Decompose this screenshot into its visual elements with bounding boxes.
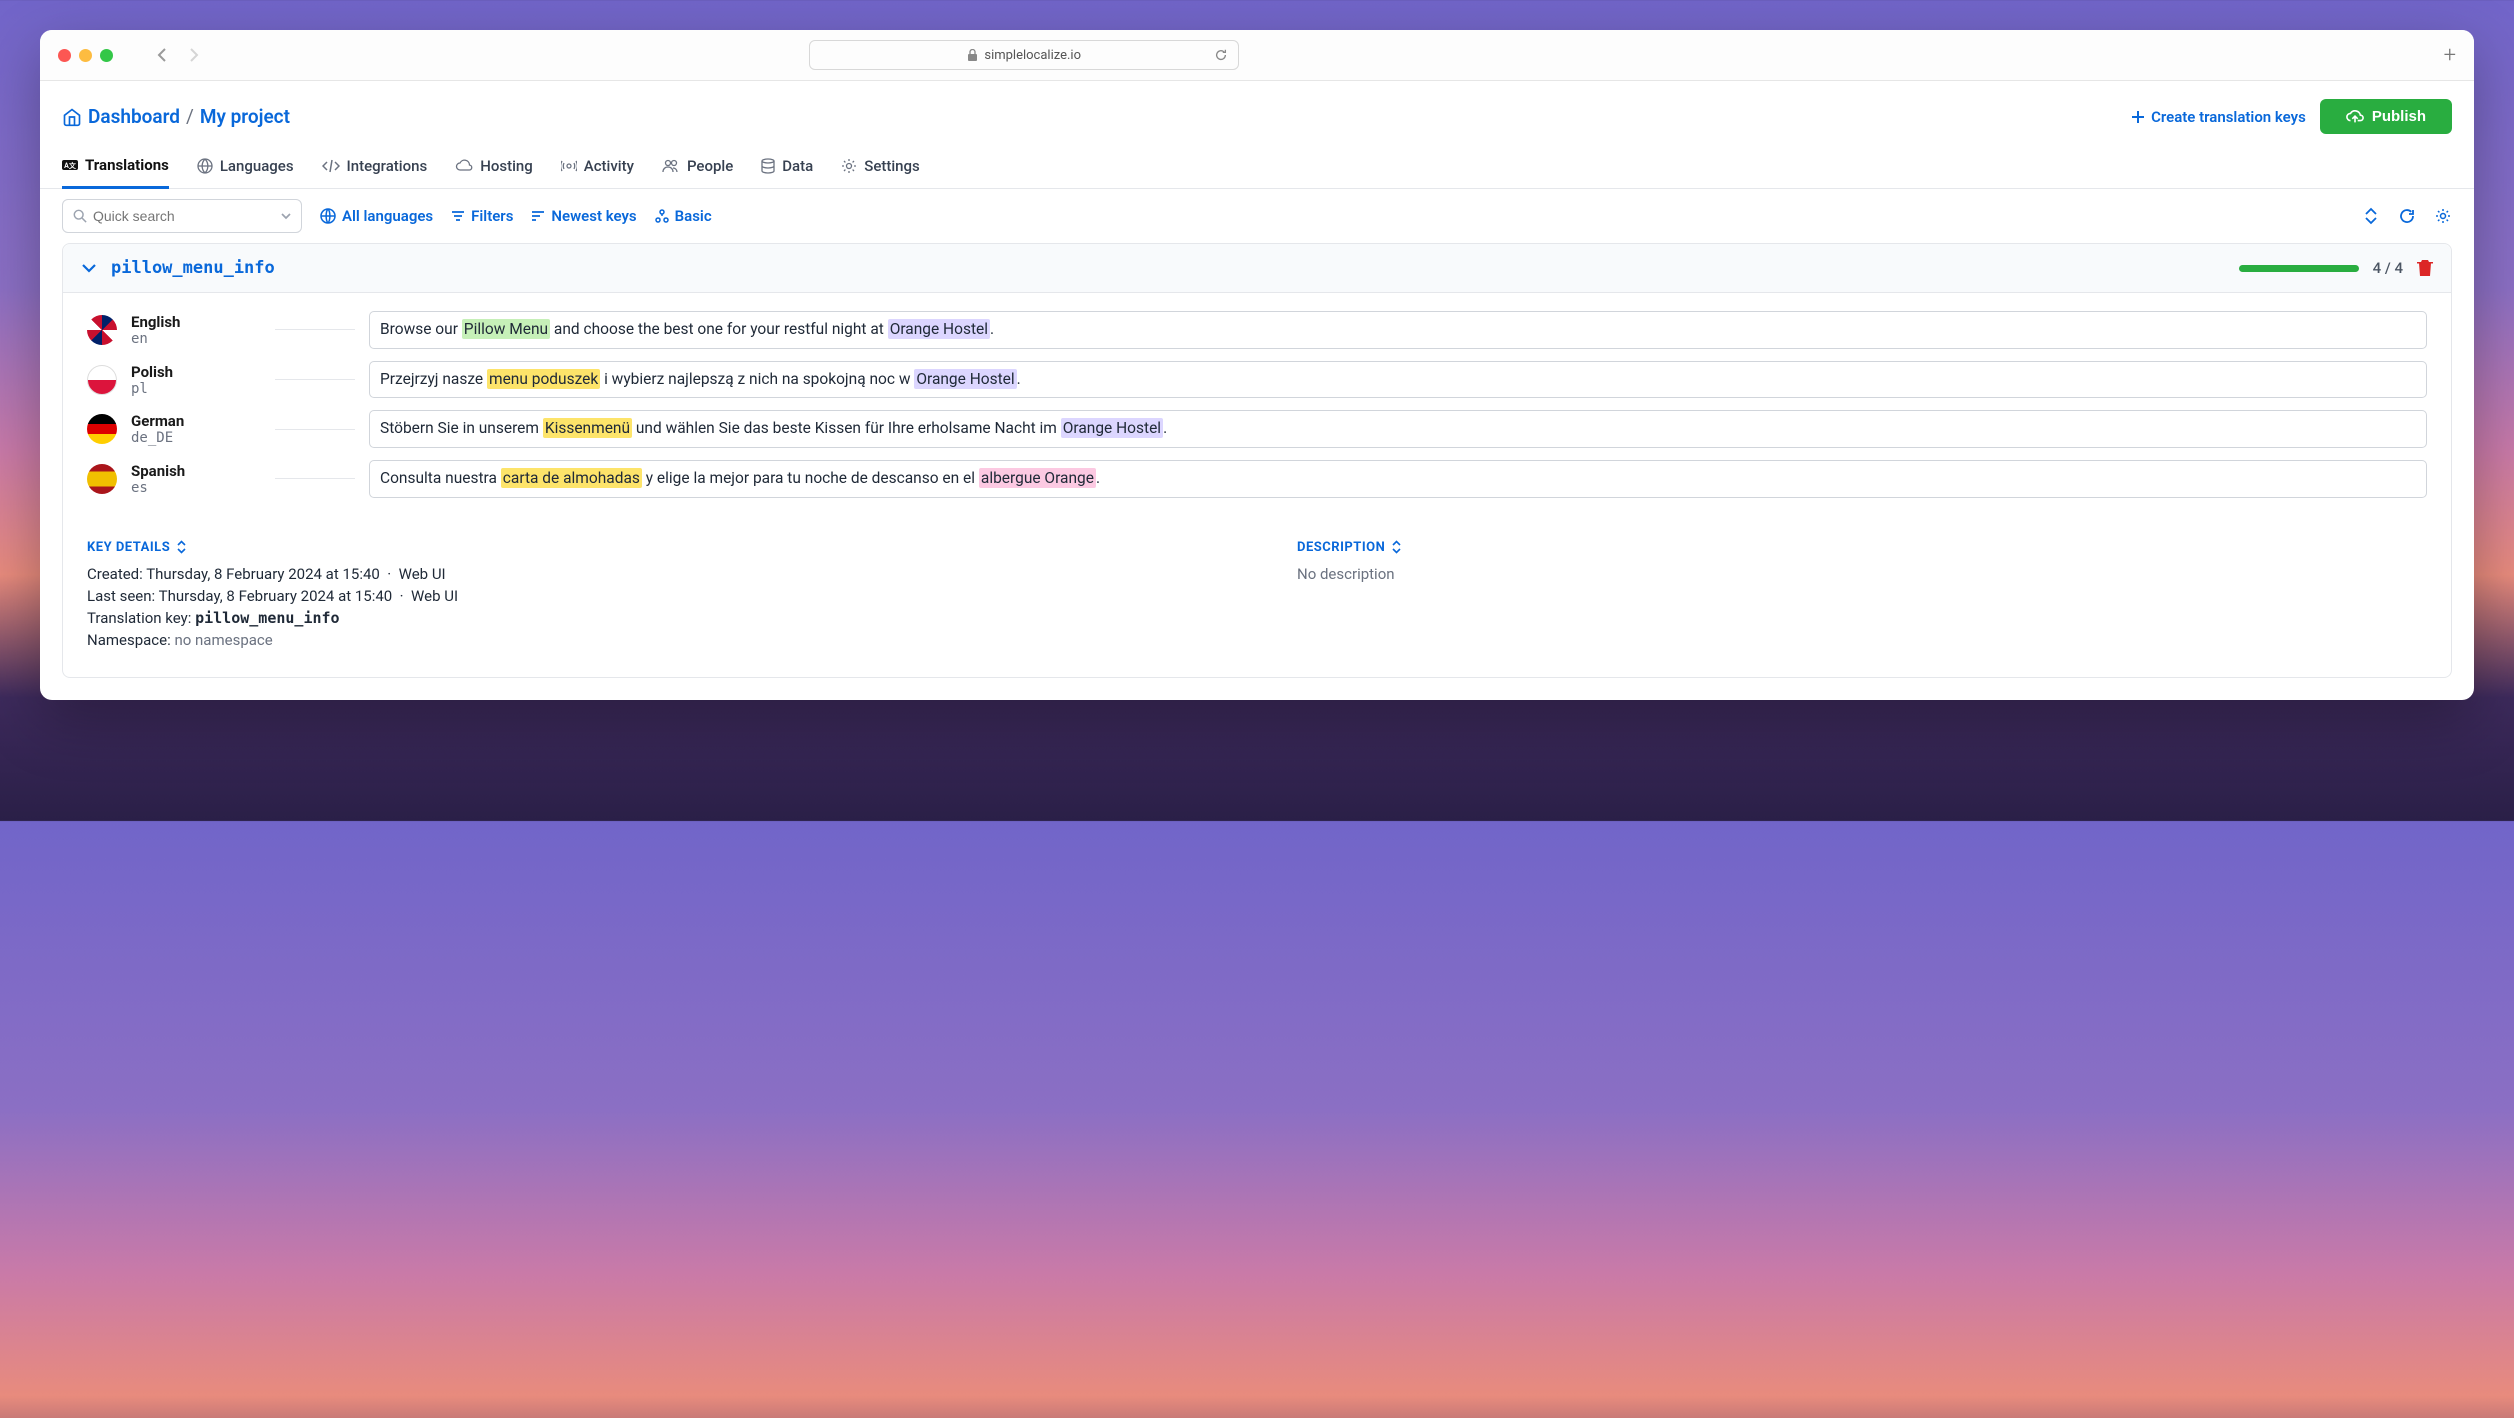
lock-icon [967, 49, 978, 62]
field-divider [275, 478, 355, 479]
reload-button[interactable] [1214, 48, 1228, 62]
header-actions: Create translation keys Publish [2131, 99, 2452, 134]
svg-text:A文: A文 [64, 161, 77, 170]
language-label: Englishen [131, 313, 261, 347]
plus-icon [2131, 110, 2145, 124]
key-details-row: KEY DETAILS Created: Thursday, 8 Februar… [63, 520, 2451, 677]
create-keys-button[interactable]: Create translation keys [2131, 108, 2306, 126]
key-details-col: KEY DETAILS Created: Thursday, 8 Februar… [87, 540, 1217, 653]
minimize-window-button[interactable] [79, 49, 92, 62]
cloud-icon [455, 159, 473, 173]
translation-row: Polishpl Przejrzyj nasze menu poduszek i … [87, 361, 2427, 399]
translations-list: Englishen Browse our Pillow Menu and choo… [63, 293, 2451, 520]
tab-hosting[interactable]: Hosting [455, 148, 533, 188]
flag-icon [87, 365, 117, 395]
delete-key-button[interactable] [2417, 259, 2433, 277]
sort-button[interactable]: Newest keys [531, 207, 636, 225]
translation-input[interactable]: Consulta nuestra carta de almohadas y el… [369, 460, 2427, 498]
traffic-lights [58, 49, 113, 62]
back-button[interactable] [155, 47, 169, 63]
description-col: DESCRIPTION No description [1297, 540, 2427, 653]
key-details-heading[interactable]: KEY DETAILS [87, 540, 1217, 555]
code-icon [322, 159, 340, 173]
language-label: Germande_DE [131, 412, 261, 446]
field-divider [275, 429, 355, 430]
settings-icon-button[interactable] [2434, 207, 2452, 225]
page-header: Dashboard / My project Create translatio… [40, 81, 2474, 148]
translate-icon: A文 [62, 158, 78, 172]
url-text: simplelocalize.io [984, 48, 1081, 63]
tab-activity[interactable]: Activity [561, 148, 634, 188]
tab-languages[interactable]: Languages [197, 148, 294, 188]
progress: 4 / 4 [2239, 259, 2433, 277]
field-divider [275, 329, 355, 330]
translation-input[interactable]: Browse our Pillow Menu and choose the be… [369, 311, 2427, 349]
globe-icon [197, 158, 213, 174]
tab-translations[interactable]: A文Translations [62, 148, 169, 189]
flag-icon [87, 315, 117, 345]
titlebar: simplelocalize.io + [40, 30, 2474, 81]
flag-icon [87, 414, 117, 444]
forward-button[interactable] [187, 47, 201, 63]
tab-people[interactable]: People [662, 148, 733, 188]
filters-button[interactable]: Filters [451, 207, 513, 225]
cloud-upload-icon [2346, 109, 2364, 125]
lastseen-line: Last seen: Thursday, 8 February 2024 at … [87, 587, 1217, 605]
progress-text: 4 / 4 [2373, 259, 2403, 277]
tab-data[interactable]: Data [761, 148, 813, 188]
key-name[interactable]: pillow_menu_info [111, 258, 275, 278]
search-icon [73, 209, 87, 223]
toolbar: All languages Filters Newest keys Basic [40, 189, 2474, 243]
progress-bar [2239, 265, 2359, 272]
maximize-window-button[interactable] [100, 49, 113, 62]
language-label: Spanishes [131, 462, 261, 496]
language-label: Polishpl [131, 363, 261, 397]
translation-key-card: pillow_menu_info 4 / 4 Englishen Browse o… [62, 243, 2452, 678]
breadcrumb: Dashboard / My project [62, 105, 290, 128]
url-bar[interactable]: simplelocalize.io [809, 40, 1239, 70]
translation-row: Germande_DE Stöbern Sie in unserem Kissen… [87, 410, 2427, 448]
translation-input[interactable]: Przejrzyj nasze menu poduszek i wybierz … [369, 361, 2427, 399]
key-header: pillow_menu_info 4 / 4 [63, 244, 2451, 293]
created-line: Created: Thursday, 8 February 2024 at 15… [87, 565, 1217, 583]
browser-window: simplelocalize.io + Dashboard / My proje… [40, 30, 2474, 700]
flag-icon [87, 464, 117, 494]
description-heading[interactable]: DESCRIPTION [1297, 540, 2427, 555]
activity-icon [561, 160, 577, 172]
translation-input[interactable]: Stöbern Sie in unserem Kissenmenü und wä… [369, 410, 2427, 448]
view-mode-button[interactable]: Basic [655, 207, 712, 225]
database-icon [761, 158, 775, 174]
close-window-button[interactable] [58, 49, 71, 62]
all-languages-filter[interactable]: All languages [320, 207, 433, 225]
chevron-down-icon [281, 212, 291, 220]
refresh-button[interactable] [2398, 207, 2416, 225]
home-icon [62, 107, 82, 127]
collapse-all-button[interactable] [2362, 207, 2380, 225]
tab-integrations[interactable]: Integrations [322, 148, 428, 188]
tab-settings[interactable]: Settings [841, 148, 920, 188]
nav-arrows [155, 47, 201, 63]
breadcrumb-dashboard[interactable]: Dashboard [88, 105, 180, 128]
main-tabs: A文Translations Languages Integrations Ho… [40, 148, 2474, 189]
tkey-line: Translation key: pillow_menu_info [87, 609, 1217, 627]
translation-row: Spanishes Consulta nuestra carta de almoh… [87, 460, 2427, 498]
breadcrumb-separator: / [186, 105, 194, 128]
translation-row: Englishen Browse our Pillow Menu and choo… [87, 311, 2427, 349]
search-box[interactable] [62, 199, 302, 233]
new-tab-button[interactable]: + [2444, 43, 2456, 68]
people-icon [662, 159, 680, 173]
field-divider [275, 379, 355, 380]
gear-icon [841, 158, 857, 174]
collapse-key-button[interactable] [81, 262, 97, 274]
namespace-line: Namespace: no namespace [87, 631, 1217, 649]
toolbar-right [2362, 207, 2452, 225]
breadcrumb-project[interactable]: My project [200, 105, 290, 128]
search-input[interactable] [93, 208, 275, 224]
publish-button[interactable]: Publish [2320, 99, 2452, 134]
description-empty: No description [1297, 565, 2427, 583]
